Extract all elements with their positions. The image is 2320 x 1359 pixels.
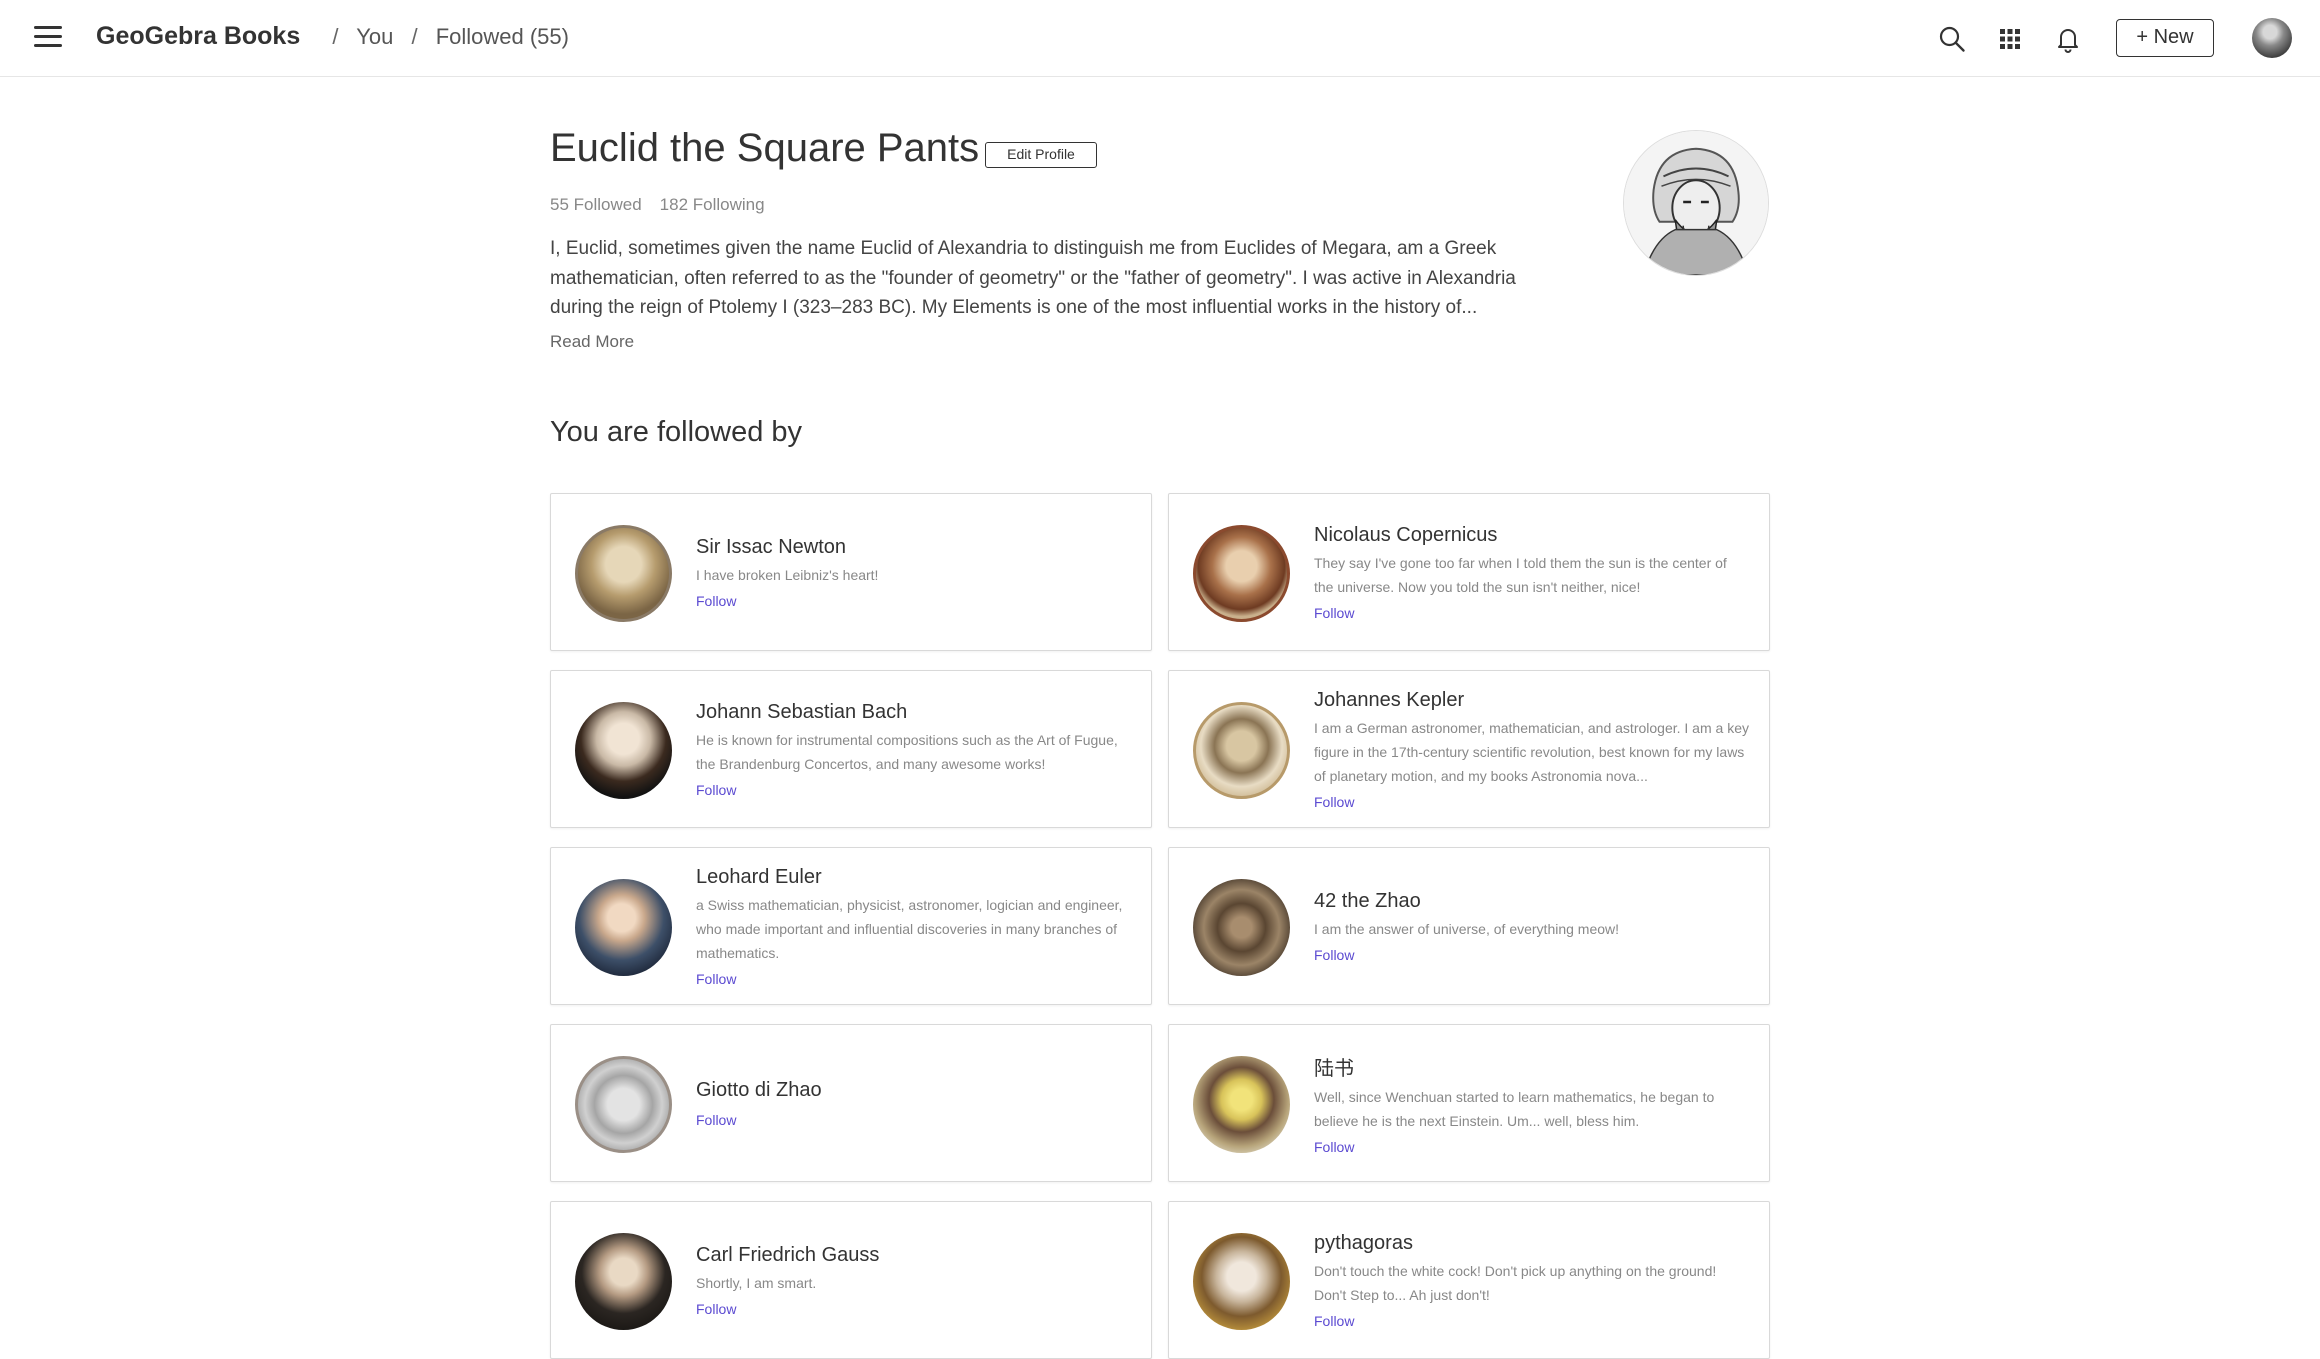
new-button[interactable]: + New <box>2116 19 2214 57</box>
avatar[interactable] <box>575 525 672 622</box>
bell-icon[interactable] <box>2053 24 2083 54</box>
follower-card: pythagoras Don't touch the white cock! D… <box>1168 1201 1770 1359</box>
avatar[interactable] <box>575 1056 672 1153</box>
follow-button[interactable]: Follow <box>696 1301 736 1317</box>
follow-button[interactable]: Follow <box>696 971 736 987</box>
profile-stats: 55 Followed 182 Following <box>550 195 765 215</box>
avatar[interactable] <box>1193 1233 1290 1330</box>
follower-name[interactable]: Nicolaus Copernicus <box>1314 524 1749 547</box>
follower-name[interactable]: Sir Issac Newton <box>696 536 1131 559</box>
follow-button[interactable]: Follow <box>1314 794 1354 810</box>
menu-icon[interactable] <box>34 26 62 50</box>
read-more-link[interactable]: Read More <box>550 332 634 352</box>
user-avatar[interactable] <box>2252 18 2292 58</box>
follower-description: He is known for instrumental composition… <box>696 731 1118 772</box>
follower-description: Well, since Wenchuan started to learn ma… <box>1314 1088 1715 1129</box>
avatar[interactable] <box>1193 879 1290 976</box>
top-bar: GeoGebra Books / You / Followed (55) + N… <box>0 0 2320 77</box>
follower-card: 陆书 Well, since Wenchuan started to learn… <box>1168 1024 1770 1182</box>
follower-card: Nicolaus Copernicus They say I've gone t… <box>1168 493 1770 651</box>
breadcrumb-followed[interactable]: Followed (55) <box>436 24 569 49</box>
follower-name[interactable]: Carl Friedrich Gauss <box>696 1244 1131 1267</box>
follower-name[interactable]: 陆书 <box>1314 1052 1749 1081</box>
follower-card: Carl Friedrich Gauss Shortly, I am smart… <box>550 1201 1152 1359</box>
follower-card: Johannes Kepler I am a German astronomer… <box>1168 670 1770 828</box>
follower-name[interactable]: Johannes Kepler <box>1314 689 1749 712</box>
profile-avatar <box>1623 130 1769 276</box>
follower-description: I have broken Leibniz's heart! <box>696 566 879 583</box>
follower-name[interactable]: Leohard Euler <box>696 866 1131 889</box>
section-title: You are followed by <box>550 416 803 448</box>
follower-name[interactable]: Giotto di Zhao <box>696 1079 1131 1102</box>
avatar[interactable] <box>1193 702 1290 799</box>
breadcrumb-you[interactable]: You <box>356 24 393 49</box>
follow-button[interactable]: Follow <box>1314 1139 1354 1155</box>
follower-description: They say I've gone too far when I told t… <box>1314 554 1727 595</box>
follower-card: Sir Issac Newton I have broken Leibniz's… <box>550 493 1152 651</box>
follower-description: Shortly, I am smart. <box>696 1274 817 1291</box>
follower-description: Don't touch the white cock! Don't pick u… <box>1314 1262 1717 1303</box>
follower-name[interactable]: pythagoras <box>1314 1232 1749 1255</box>
avatar[interactable] <box>1193 1056 1290 1153</box>
breadcrumb: GeoGebra Books / You / Followed (55) <box>96 22 569 51</box>
profile-name: Euclid the Square Pants <box>550 126 980 170</box>
follower-description: a Swiss mathematician, physicist, astron… <box>696 896 1123 961</box>
follower-card: Leohard Euler a Swiss mathematician, phy… <box>550 847 1152 1005</box>
avatar[interactable] <box>575 702 672 799</box>
brand-logo-text[interactable]: GeoGebra Books <box>96 22 300 50</box>
follow-button[interactable]: Follow <box>1314 605 1354 621</box>
follower-card: Johann Sebastian Bach He is known for in… <box>550 670 1152 828</box>
follower-name[interactable]: 42 the Zhao <box>1314 890 1749 913</box>
avatar[interactable] <box>575 1233 672 1330</box>
search-icon[interactable] <box>1937 24 1967 54</box>
avatar[interactable] <box>1193 525 1290 622</box>
follower-name[interactable]: Johann Sebastian Bach <box>696 701 1131 724</box>
follow-button[interactable]: Follow <box>1314 1313 1354 1329</box>
avatar[interactable] <box>575 879 672 976</box>
follower-card: Giotto di Zhao Follow <box>550 1024 1152 1182</box>
follow-button[interactable]: Follow <box>1314 947 1354 963</box>
follow-button[interactable]: Follow <box>696 1112 736 1128</box>
breadcrumb-separator: / <box>411 24 418 49</box>
follower-card: 42 the Zhao I am the answer of universe,… <box>1168 847 1770 1005</box>
follower-description: I am a German astronomer, mathematician,… <box>1314 719 1749 784</box>
apps-grid-icon[interactable] <box>1995 24 2025 54</box>
follow-button[interactable]: Follow <box>696 782 736 798</box>
follow-button[interactable]: Follow <box>696 593 736 609</box>
edit-profile-button[interactable]: Edit Profile <box>985 142 1097 168</box>
follower-description: I am the answer of universe, of everythi… <box>1314 920 1620 937</box>
breadcrumb-separator: / <box>332 24 339 49</box>
followed-count[interactable]: 55 Followed <box>550 195 642 214</box>
following-count[interactable]: 182 Following <box>660 195 765 214</box>
profile-bio: I, Euclid, sometimes given the name Eucl… <box>550 238 1516 318</box>
